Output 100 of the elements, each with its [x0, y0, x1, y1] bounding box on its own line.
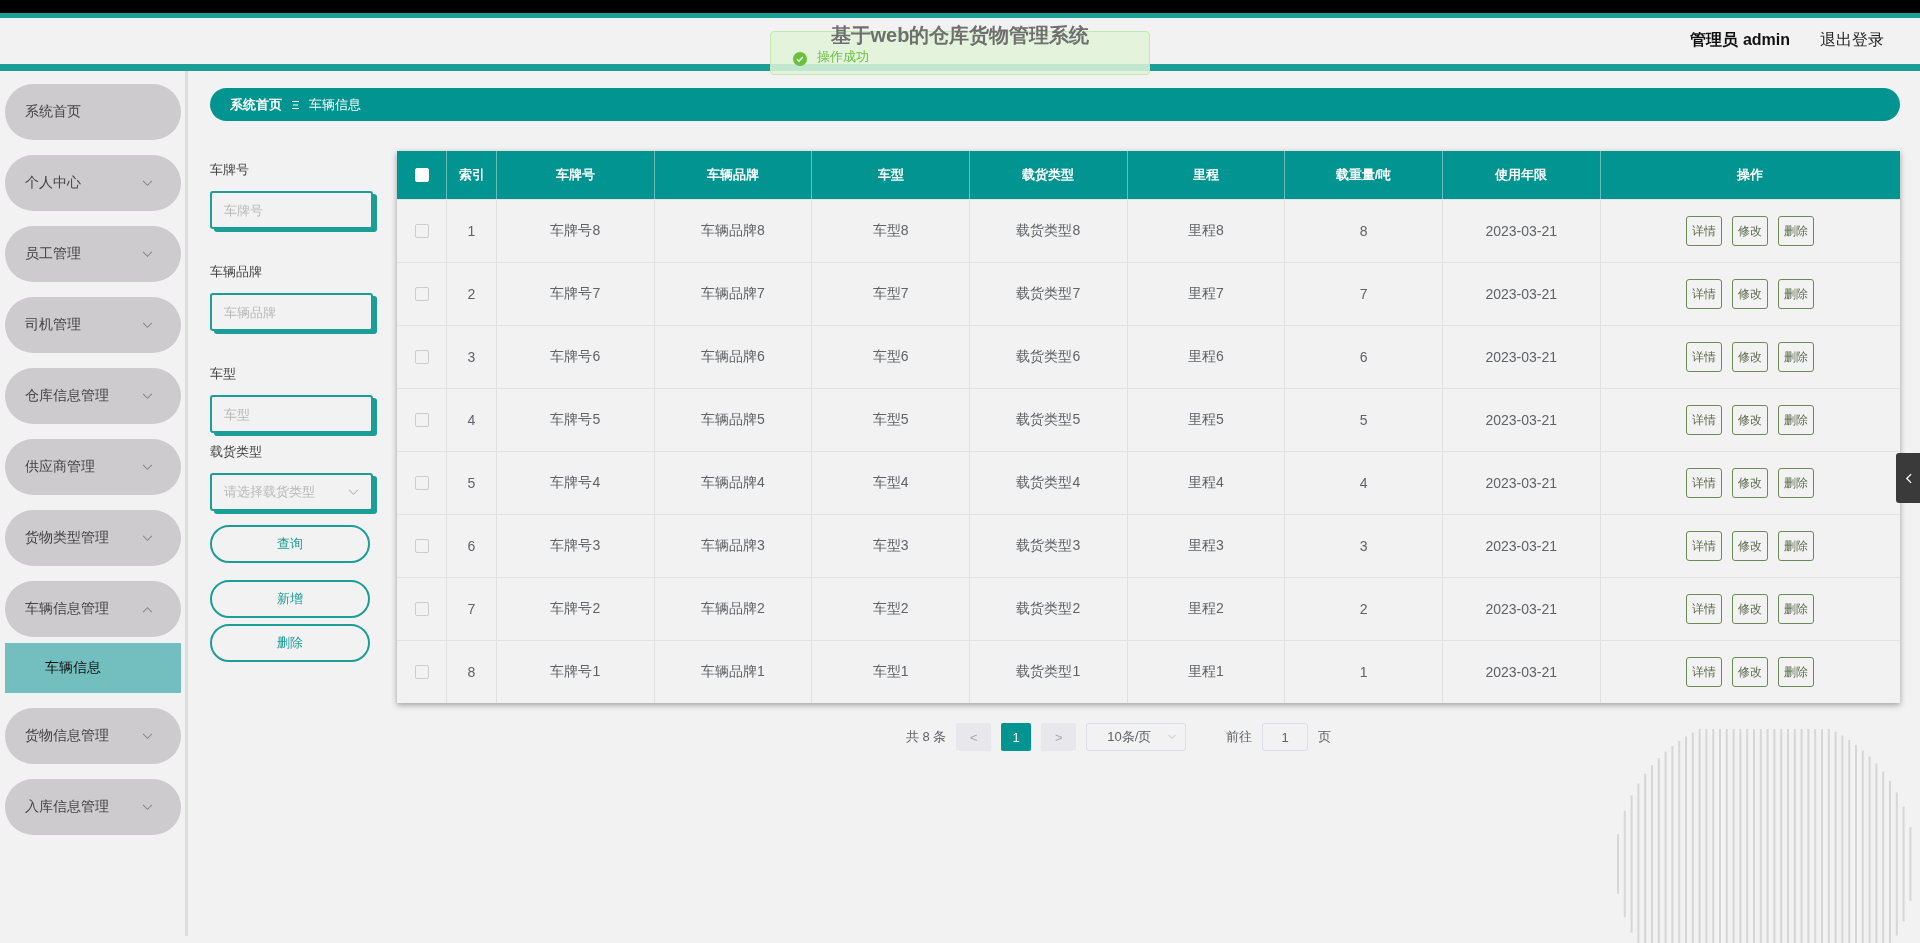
table-cell: 3	[1285, 515, 1443, 577]
row-action-button[interactable]: 删除	[1778, 657, 1815, 687]
row-action-button[interactable]: 修改	[1732, 657, 1769, 687]
row-checkbox[interactable]	[414, 287, 429, 301]
row-checkbox[interactable]	[414, 476, 429, 490]
row-action-button[interactable]: 删除	[1778, 405, 1815, 435]
table-cell: 车牌号8	[497, 200, 655, 262]
table-cell: 2023-03-21	[1442, 326, 1601, 388]
action-button[interactable]: 查询	[210, 525, 370, 563]
table-cell: 车型8	[812, 200, 970, 262]
field-label: 车牌号	[210, 161, 250, 179]
table-cell: 车辆品牌6	[654, 326, 813, 388]
total-count: 共 8 条	[905, 728, 947, 746]
row-action-button[interactable]: 删除	[1778, 342, 1815, 372]
table-cell: 2023-03-21	[1442, 452, 1601, 514]
logout-link[interactable]: 退出登录	[1820, 30, 1884, 51]
menu-item[interactable]: 员工管理	[5, 226, 181, 282]
table-cell: 里程8	[1127, 200, 1286, 262]
table-cell: 5	[447, 452, 497, 514]
table-cell: 7	[1285, 263, 1443, 325]
table-cell: 2	[1285, 578, 1443, 640]
table-cell: 车辆品牌5	[654, 389, 813, 451]
row-action-button[interactable]: 修改	[1732, 405, 1769, 435]
menu-item[interactable]: 入库信息管理	[5, 779, 181, 835]
table-cell: 里程3	[1127, 515, 1286, 577]
column-header: 里程	[1127, 151, 1286, 199]
action-button[interactable]: 删除	[210, 624, 370, 662]
submenu-item[interactable]: 车辆信息	[5, 643, 181, 693]
goto-page-input[interactable]: 1	[1262, 723, 1309, 751]
row-action-button[interactable]: 详情	[1686, 342, 1723, 372]
table-cell: 6	[1285, 326, 1443, 388]
column-header: 车牌号	[497, 151, 655, 199]
row-action-button[interactable]: 修改	[1732, 468, 1769, 498]
collapse-tab[interactable]	[1896, 453, 1920, 503]
select-all-checkbox[interactable]	[414, 168, 429, 182]
row-checkbox[interactable]	[414, 224, 429, 238]
menu-item[interactable]: 系统首页	[5, 84, 181, 140]
user-label: 管理员 admin	[1690, 30, 1790, 50]
row-action-button[interactable]: 详情	[1686, 657, 1723, 687]
row-action-button[interactable]: 修改	[1732, 216, 1769, 246]
table-cell: 车型3	[812, 515, 970, 577]
menu-item[interactable]: 货物类型管理	[5, 510, 181, 566]
row-checkbox[interactable]	[414, 665, 429, 679]
table-cell: 车辆品牌8	[654, 200, 813, 262]
row-action-button[interactable]: 删除	[1778, 594, 1815, 624]
menu-item[interactable]: 个人中心	[5, 155, 181, 211]
table-cell: 车牌号5	[497, 389, 655, 451]
table-cell: 2023-03-21	[1442, 641, 1601, 703]
table-cell: 6	[447, 515, 497, 577]
chevron-left-icon	[1904, 472, 1912, 484]
table-cell: 1	[447, 200, 497, 262]
row-action-button[interactable]: 详情	[1686, 216, 1723, 246]
column-header: 使用年限	[1442, 151, 1601, 199]
row-action-button[interactable]: 详情	[1686, 279, 1723, 309]
menu-item[interactable]: 供应商管理	[5, 439, 181, 495]
row-action-button[interactable]: 删除	[1778, 279, 1815, 309]
table-cell: 3	[447, 326, 497, 388]
row-action-button[interactable]: 详情	[1686, 594, 1723, 624]
table-cell: 载货类型8	[969, 200, 1128, 262]
table-cell: 车牌号7	[497, 263, 655, 325]
row-checkbox[interactable]	[414, 350, 429, 364]
page-button[interactable]: 1	[1001, 723, 1032, 751]
menu-item[interactable]: 仓库信息管理	[5, 368, 181, 424]
row-checkbox[interactable]	[414, 602, 429, 616]
table-cell: 车型6	[812, 326, 970, 388]
table-cell: 车辆品牌3	[654, 515, 813, 577]
row-action-button[interactable]: 修改	[1732, 531, 1769, 561]
breadcrumb-link[interactable]: 系统首页	[230, 95, 282, 114]
row-action-button[interactable]: 修改	[1732, 279, 1769, 309]
action-button[interactable]: 新增	[210, 580, 370, 618]
row-action-button[interactable]: 修改	[1732, 594, 1769, 624]
table-cell: 8	[1285, 200, 1443, 262]
row-checkbox[interactable]	[414, 413, 429, 427]
table-cell: 车牌号2	[497, 578, 655, 640]
menu-item[interactable]: 司机管理	[5, 297, 181, 353]
row-action-button[interactable]: 修改	[1732, 342, 1769, 372]
breadcrumb-link[interactable]: 车辆信息	[309, 95, 361, 114]
table-cell: 车牌号3	[497, 515, 655, 577]
table-cell: 车型4	[812, 452, 970, 514]
table-cell: 车牌号6	[497, 326, 655, 388]
table-cell: 载货类型7	[969, 263, 1128, 325]
row-action-button[interactable]: 详情	[1686, 468, 1723, 498]
table-cell: 载货类型2	[969, 578, 1128, 640]
table-cell: 车型5	[812, 389, 970, 451]
table-cell: 2023-03-21	[1442, 578, 1601, 640]
page-size-select[interactable]: 10条/页	[1086, 723, 1187, 751]
menu-item[interactable]: 货物信息管理	[5, 708, 181, 764]
column-header: 载重量/吨	[1285, 151, 1443, 199]
row-action-button[interactable]: 详情	[1686, 531, 1723, 561]
row-action-button[interactable]: 删除	[1778, 216, 1815, 246]
field-label: 车型	[210, 365, 237, 383]
row-action-button[interactable]: 删除	[1778, 468, 1815, 498]
row-action-button[interactable]: 详情	[1686, 405, 1723, 435]
table-cell: 载货类型1	[969, 641, 1128, 703]
column-header: 车型	[812, 151, 970, 199]
row-checkbox[interactable]	[414, 539, 429, 553]
menu-item[interactable]: 车辆信息管理	[5, 581, 181, 637]
page-suffix: 页	[1318, 728, 1332, 746]
table-cell: 2023-03-21	[1442, 515, 1601, 577]
row-action-button[interactable]: 删除	[1778, 531, 1815, 561]
